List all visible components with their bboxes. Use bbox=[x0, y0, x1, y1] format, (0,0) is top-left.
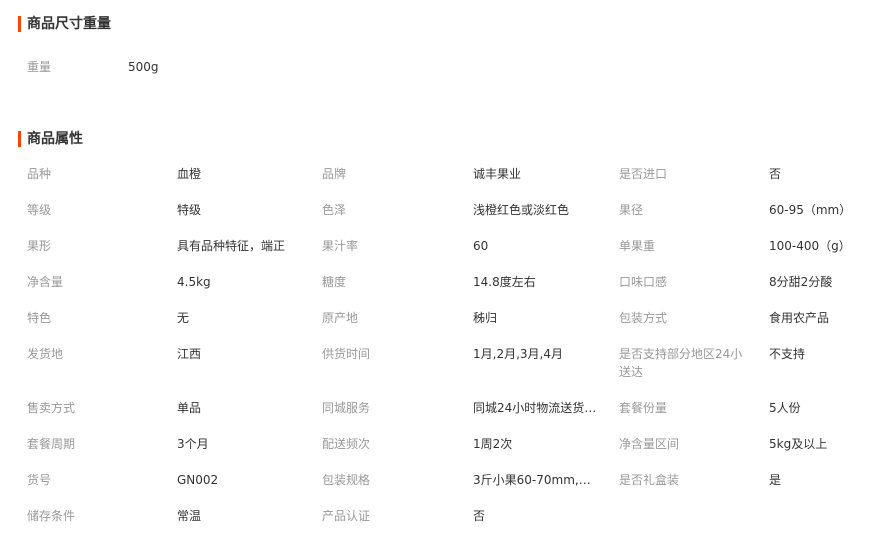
attribute-label: 糖度 bbox=[322, 275, 347, 289]
attribute-value: 江西 bbox=[177, 347, 202, 361]
attribute-label: 品牌 bbox=[322, 167, 347, 181]
attribute-value: 特级 bbox=[177, 203, 202, 217]
attribute-label: 果形 bbox=[27, 239, 52, 253]
attribute-value: 3斤小果60-70mm,5斤中果70-80mm bbox=[473, 473, 598, 487]
attribute-row: 净含量 4.5kg 糖度 14.8度左右 口味口感 8分甜2分酸 bbox=[27, 273, 872, 309]
attribute-label: 原产地 bbox=[322, 311, 359, 325]
attribute-value: 是 bbox=[769, 473, 782, 487]
section-accent-bar bbox=[18, 131, 21, 147]
attribute-label: 供货时间 bbox=[322, 347, 371, 361]
attribute-label: 单果重 bbox=[619, 239, 656, 253]
attribute-row: 品种 血橙 品牌 诚丰果业 是否进口 否 bbox=[27, 165, 872, 201]
section-title-attributes: 商品属性 bbox=[18, 130, 83, 148]
attribute-label: 果径 bbox=[619, 203, 644, 217]
attribute-value: 单品 bbox=[177, 401, 202, 415]
attribute-value: 否 bbox=[473, 509, 486, 523]
attribute-value: 否 bbox=[769, 167, 782, 181]
attribute-value: 浅橙红色或淡红色 bbox=[473, 203, 570, 217]
attribute-row: 特色 无 原产地 秭归 包装方式 食用农产品 bbox=[27, 309, 872, 345]
attribute-value: 14.8度左右 bbox=[473, 275, 536, 289]
attribute-value: 常温 bbox=[177, 509, 202, 523]
attribute-value: 5kg及以上 bbox=[769, 437, 828, 451]
attribute-value: 1月,2月,3月,4月 bbox=[473, 347, 563, 361]
weight-label: 重量 bbox=[27, 60, 52, 74]
attribute-label: 发货地 bbox=[27, 347, 64, 361]
attribute-value: 具有品种特征，端正 bbox=[177, 239, 286, 253]
attribute-label: 色泽 bbox=[322, 203, 347, 217]
section-title-text: 商品属性 bbox=[27, 131, 83, 147]
attribute-value: GN002 bbox=[177, 473, 219, 487]
attribute-label: 配送频次 bbox=[322, 437, 371, 451]
attribute-label: 是否进口 bbox=[619, 167, 668, 181]
attribute-label: 货号 bbox=[27, 473, 52, 487]
attribute-row: 货号 GN002 包装规格 3斤小果60-70mm,5斤中果70-80mm 是否… bbox=[27, 471, 872, 507]
attribute-value: 血橙 bbox=[177, 167, 202, 181]
attribute-value: 秭归 bbox=[473, 311, 498, 325]
attribute-label: 净含量 bbox=[27, 275, 64, 289]
attribute-row: 售卖方式 单品 同城服务 同城24小时物流送货上门 套餐份量 5人份 bbox=[27, 399, 872, 435]
attribute-label: 是否礼盒装 bbox=[619, 473, 680, 487]
attribute-label: 包装规格 bbox=[322, 473, 371, 487]
weight-value: 500g bbox=[128, 60, 159, 74]
attribute-value: 60-95（mm） bbox=[769, 203, 852, 217]
section-title-text: 商品尺寸重量 bbox=[27, 16, 111, 32]
attribute-label: 包装方式 bbox=[619, 311, 668, 325]
attribute-value: 不支持 bbox=[769, 347, 806, 361]
attribute-label: 口味口感 bbox=[619, 275, 668, 289]
attribute-value: 60 bbox=[473, 239, 489, 253]
attribute-label: 是否支持部分地区24小送达 bbox=[619, 347, 743, 379]
section-title-size-weight: 商品尺寸重量 bbox=[18, 15, 111, 33]
attribute-label: 品种 bbox=[27, 167, 52, 181]
attribute-row: 发货地 江西 供货时间 1月,2月,3月,4月 是否支持部分地区24小送达 不支… bbox=[27, 345, 872, 399]
attribute-row: 套餐周期 3个月 配送频次 1周2次 净含量区间 5kg及以上 bbox=[27, 435, 872, 471]
attribute-value: 8分甜2分酸 bbox=[769, 275, 833, 289]
attribute-value: 同城24小时物流送货上门 bbox=[473, 401, 598, 415]
attribute-label: 储存条件 bbox=[27, 509, 76, 523]
attribute-label: 售卖方式 bbox=[27, 401, 76, 415]
attribute-table: 品种 血橙 品牌 诚丰果业 是否进口 否 等级 特级 色泽 浅橙红色或淡红色 果… bbox=[27, 165, 872, 543]
attribute-label: 产品认证 bbox=[322, 509, 371, 523]
attribute-label: 等级 bbox=[27, 203, 52, 217]
attribute-row: 等级 特级 色泽 浅橙红色或淡红色 果径 60-95（mm） bbox=[27, 201, 872, 237]
attribute-label: 特色 bbox=[27, 311, 52, 325]
attribute-label: 果汁率 bbox=[322, 239, 359, 253]
attribute-label: 套餐周期 bbox=[27, 437, 76, 451]
attribute-value: 诚丰果业 bbox=[473, 167, 522, 181]
attribute-value: 4.5kg bbox=[177, 275, 211, 289]
attribute-label: 套餐份量 bbox=[619, 401, 668, 415]
attribute-value: 5人份 bbox=[769, 401, 801, 415]
attribute-label: 净含量区间 bbox=[619, 437, 680, 451]
attribute-value: 食用农产品 bbox=[769, 311, 830, 325]
attribute-value: 无 bbox=[177, 311, 190, 325]
attribute-row: 储存条件 常温 产品认证 否 bbox=[27, 507, 872, 543]
attribute-value: 3个月 bbox=[177, 437, 209, 451]
attribute-label: 同城服务 bbox=[322, 401, 371, 415]
attribute-value: 100-400（g） bbox=[769, 239, 851, 253]
attribute-value: 1周2次 bbox=[473, 437, 513, 451]
section-accent-bar bbox=[18, 16, 21, 32]
attribute-row: 果形 具有品种特征，端正 果汁率 60 单果重 100-400（g） bbox=[27, 237, 872, 273]
